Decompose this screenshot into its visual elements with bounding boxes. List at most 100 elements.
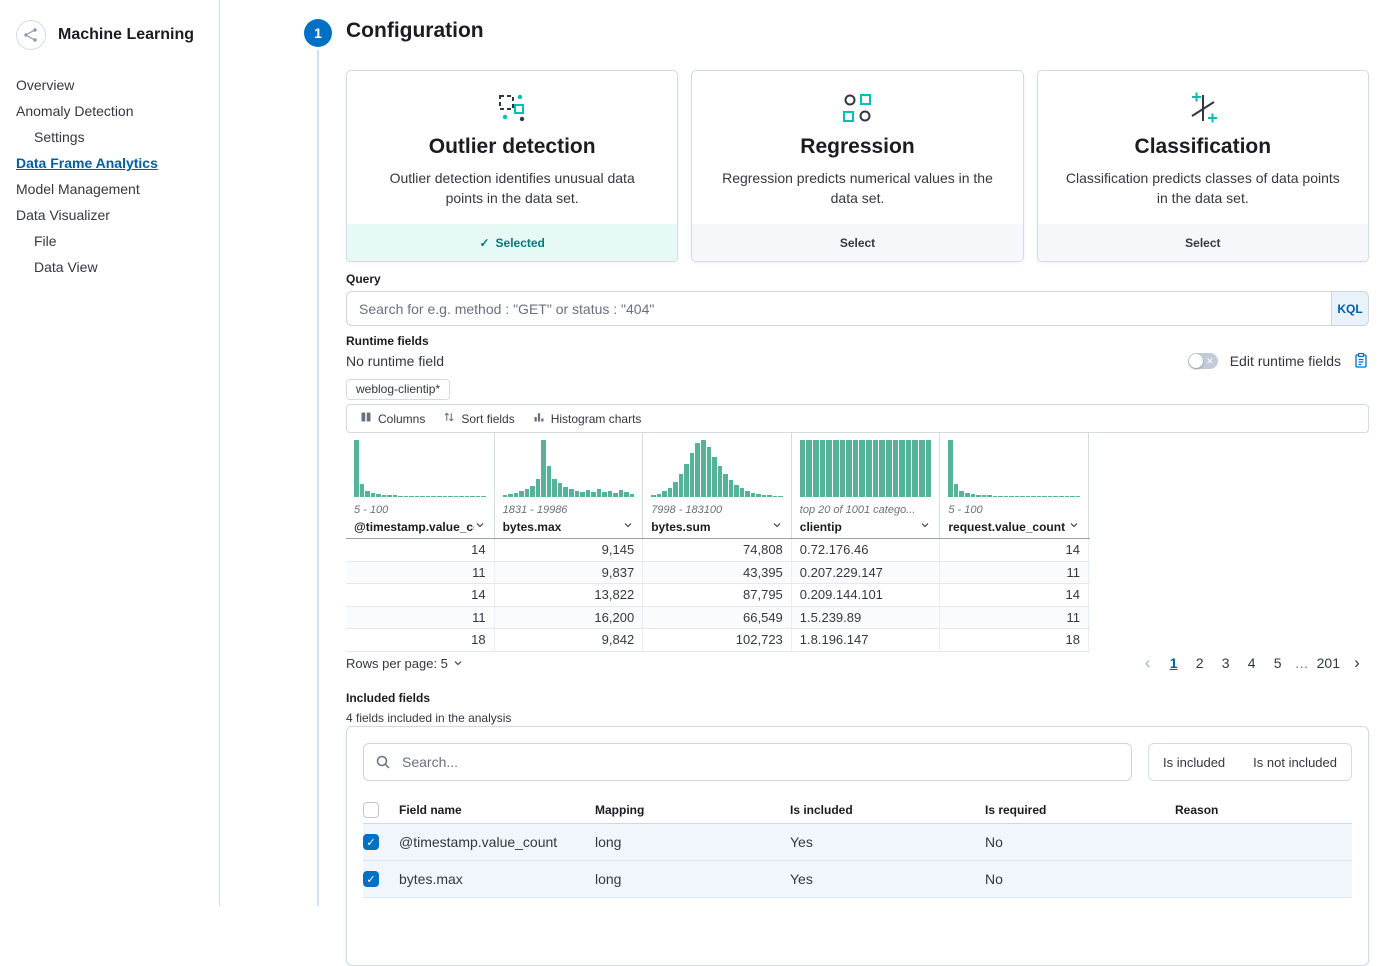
column-header-bytes-sum: 7998 - 183100bytes.sum xyxy=(643,433,792,538)
grid-cell: 16,200 xyxy=(495,607,644,629)
classification-icon xyxy=(1060,87,1346,129)
card-title: Outlier detection xyxy=(369,135,655,159)
field-filter-group: Is includedIs not included xyxy=(1148,743,1352,781)
histogram-bytes-max xyxy=(503,440,635,497)
sidebar-item-settings[interactable]: Settings xyxy=(0,124,219,150)
rows-per-page-button[interactable]: Rows per page: 5 xyxy=(346,656,464,671)
page-button-4[interactable]: 4 xyxy=(1240,651,1264,675)
rows-per-page-label: Rows per page: 5 xyxy=(346,656,448,671)
column-range-label: top 20 of 1001 catego... xyxy=(800,504,932,516)
grid-cell: 66,549 xyxy=(643,607,792,629)
grid-cell: 9,842 xyxy=(495,629,644,651)
step-progress-line xyxy=(317,50,319,906)
fields-search-input[interactable] xyxy=(400,753,1120,771)
card-select-button[interactable]: Select xyxy=(1038,224,1368,261)
column-name-label: clientip xyxy=(800,520,842,534)
card-classification[interactable]: ClassificationClassification predicts cl… xyxy=(1037,70,1369,262)
card-outlier-detection[interactable]: Outlier detectionOutlier detection ident… xyxy=(346,70,678,262)
column-name-label: @timestamp.value_count xyxy=(354,520,474,534)
chevron-down-icon xyxy=(919,519,931,534)
clipboard-icon[interactable] xyxy=(1353,352,1369,369)
grid-cell: 102,723 xyxy=(643,629,792,651)
field-cell: No xyxy=(985,834,1175,850)
filter-is-included-button[interactable]: Is included xyxy=(1149,744,1239,780)
card-title: Regression xyxy=(714,135,1000,159)
column-range-label: 5 - 100 xyxy=(948,504,1080,516)
page-button-5[interactable]: 5 xyxy=(1266,651,1290,675)
grid-cell: 1.8.196.147 xyxy=(792,629,941,651)
app-header: Machine Learning xyxy=(0,16,219,72)
card-footer-label: Selected xyxy=(496,236,545,250)
column-name-label: request.value_count xyxy=(948,520,1065,534)
toolbar-histogram-charts-button[interactable]: Histogram charts xyxy=(524,405,651,432)
sidebar-item-data-view[interactable]: Data View xyxy=(0,254,219,280)
histogram-bytes-sum xyxy=(651,440,783,497)
grid-cell: 14 xyxy=(940,539,1089,561)
card-selected-footer[interactable]: ✓Selected xyxy=(347,224,677,261)
histogram-timestamp-value-count xyxy=(354,440,486,497)
fields-header-mapping: Mapping xyxy=(595,803,790,817)
grid-cell: 0.72.176.46 xyxy=(792,539,941,561)
field-cell: Yes xyxy=(790,871,985,887)
app-title: Machine Learning xyxy=(58,26,194,44)
next-page-button[interactable]: › xyxy=(1345,651,1369,675)
page-button-2[interactable]: 2 xyxy=(1188,651,1212,675)
sidebar: Machine Learning OverviewAnomaly Detecti… xyxy=(0,0,220,906)
column-range-label: 1831 - 19986 xyxy=(503,504,635,516)
page-button-3[interactable]: 3 xyxy=(1214,651,1238,675)
grid-cell: 13,822 xyxy=(495,584,644,606)
card-select-button[interactable]: Select xyxy=(692,224,1022,261)
grid-cell: 74,808 xyxy=(643,539,792,561)
included-fields-panel: Is includedIs not included Field nameMap… xyxy=(346,726,1369,966)
sidebar-item-overview[interactable]: Overview xyxy=(0,72,219,98)
column-name-button[interactable]: @timestamp.value_count xyxy=(354,519,486,534)
page-button-201[interactable]: 201 xyxy=(1314,651,1343,675)
grid-cell: 11 xyxy=(940,607,1089,629)
page-button-1[interactable]: 1 xyxy=(1162,651,1186,675)
runtime-status-text: No runtime field xyxy=(346,353,444,369)
datagrid-header: 5 - 100 @timestamp.value_count 1831 - 1998… xyxy=(346,433,1090,539)
edit-runtime-fields-label[interactable]: Edit runtime fields xyxy=(1230,353,1341,369)
query-label: Query xyxy=(346,272,381,286)
table-row: 1413,82287,7950.209.144.10114 xyxy=(346,584,1090,607)
kql-button[interactable]: KQL xyxy=(1331,291,1369,326)
toolbar-button-label: Columns xyxy=(378,412,425,426)
sidebar-item-file[interactable]: File xyxy=(0,228,219,254)
card-description: Regression predicts numerical values in … xyxy=(714,169,1000,208)
included-fields-label: Included fields xyxy=(346,691,430,705)
toolbar-columns-button[interactable]: Columns xyxy=(351,405,434,432)
toolbar-sort-fields-button[interactable]: Sort fields xyxy=(434,405,523,432)
column-name-button[interactable]: clientip xyxy=(800,519,932,534)
fields-table: Field nameMappingIs includedIs requiredR… xyxy=(363,797,1352,898)
filter-is-not-included-button[interactable]: Is not included xyxy=(1239,744,1351,780)
sidebar-item-data-frame-analytics[interactable]: Data Frame Analytics xyxy=(0,150,219,176)
column-name-button[interactable]: bytes.sum xyxy=(651,519,783,534)
page-ellipsis: … xyxy=(1292,655,1312,671)
sidebar-item-data-visualizer[interactable]: Data Visualizer xyxy=(0,202,219,228)
edit-runtime-fields-toggle[interactable]: ✕ xyxy=(1188,353,1218,369)
prev-page-button[interactable]: ‹ xyxy=(1136,651,1160,675)
grid-cell: 11 xyxy=(346,607,495,629)
datagrid: 5 - 100 @timestamp.value_count 1831 - 1998… xyxy=(346,433,1090,652)
column-name-button[interactable]: bytes.max xyxy=(503,519,635,534)
field-checkbox[interactable] xyxy=(363,834,379,850)
grid-cell: 0.207.229.147 xyxy=(792,562,941,584)
card-description: Classification predicts classes of data … xyxy=(1060,169,1346,208)
sidebar-item-model-management[interactable]: Model Management xyxy=(0,176,219,202)
field-checkbox[interactable] xyxy=(363,871,379,887)
select-all-checkbox[interactable] xyxy=(363,802,379,818)
page-title: Configuration xyxy=(346,19,484,43)
card-footer-label: Select xyxy=(1185,236,1220,250)
sidebar-item-anomaly-detection[interactable]: Anomaly Detection xyxy=(0,98,219,124)
chevron-down-icon xyxy=(771,519,783,534)
chevron-down-icon xyxy=(1068,519,1080,534)
grid-cell: 14 xyxy=(346,539,495,561)
query-input[interactable] xyxy=(346,291,1331,326)
grid-cell: 9,837 xyxy=(495,562,644,584)
column-name-button[interactable]: request.value_count xyxy=(948,519,1080,534)
fields-header-is-included: Is included xyxy=(790,803,985,817)
toolbar-button-label: Sort fields xyxy=(461,412,514,426)
card-regression[interactable]: Regression Regression predicts numerical … xyxy=(691,70,1023,262)
step-number-badge: 1 xyxy=(304,19,332,47)
grid-cell: 1.5.239.89 xyxy=(792,607,941,629)
